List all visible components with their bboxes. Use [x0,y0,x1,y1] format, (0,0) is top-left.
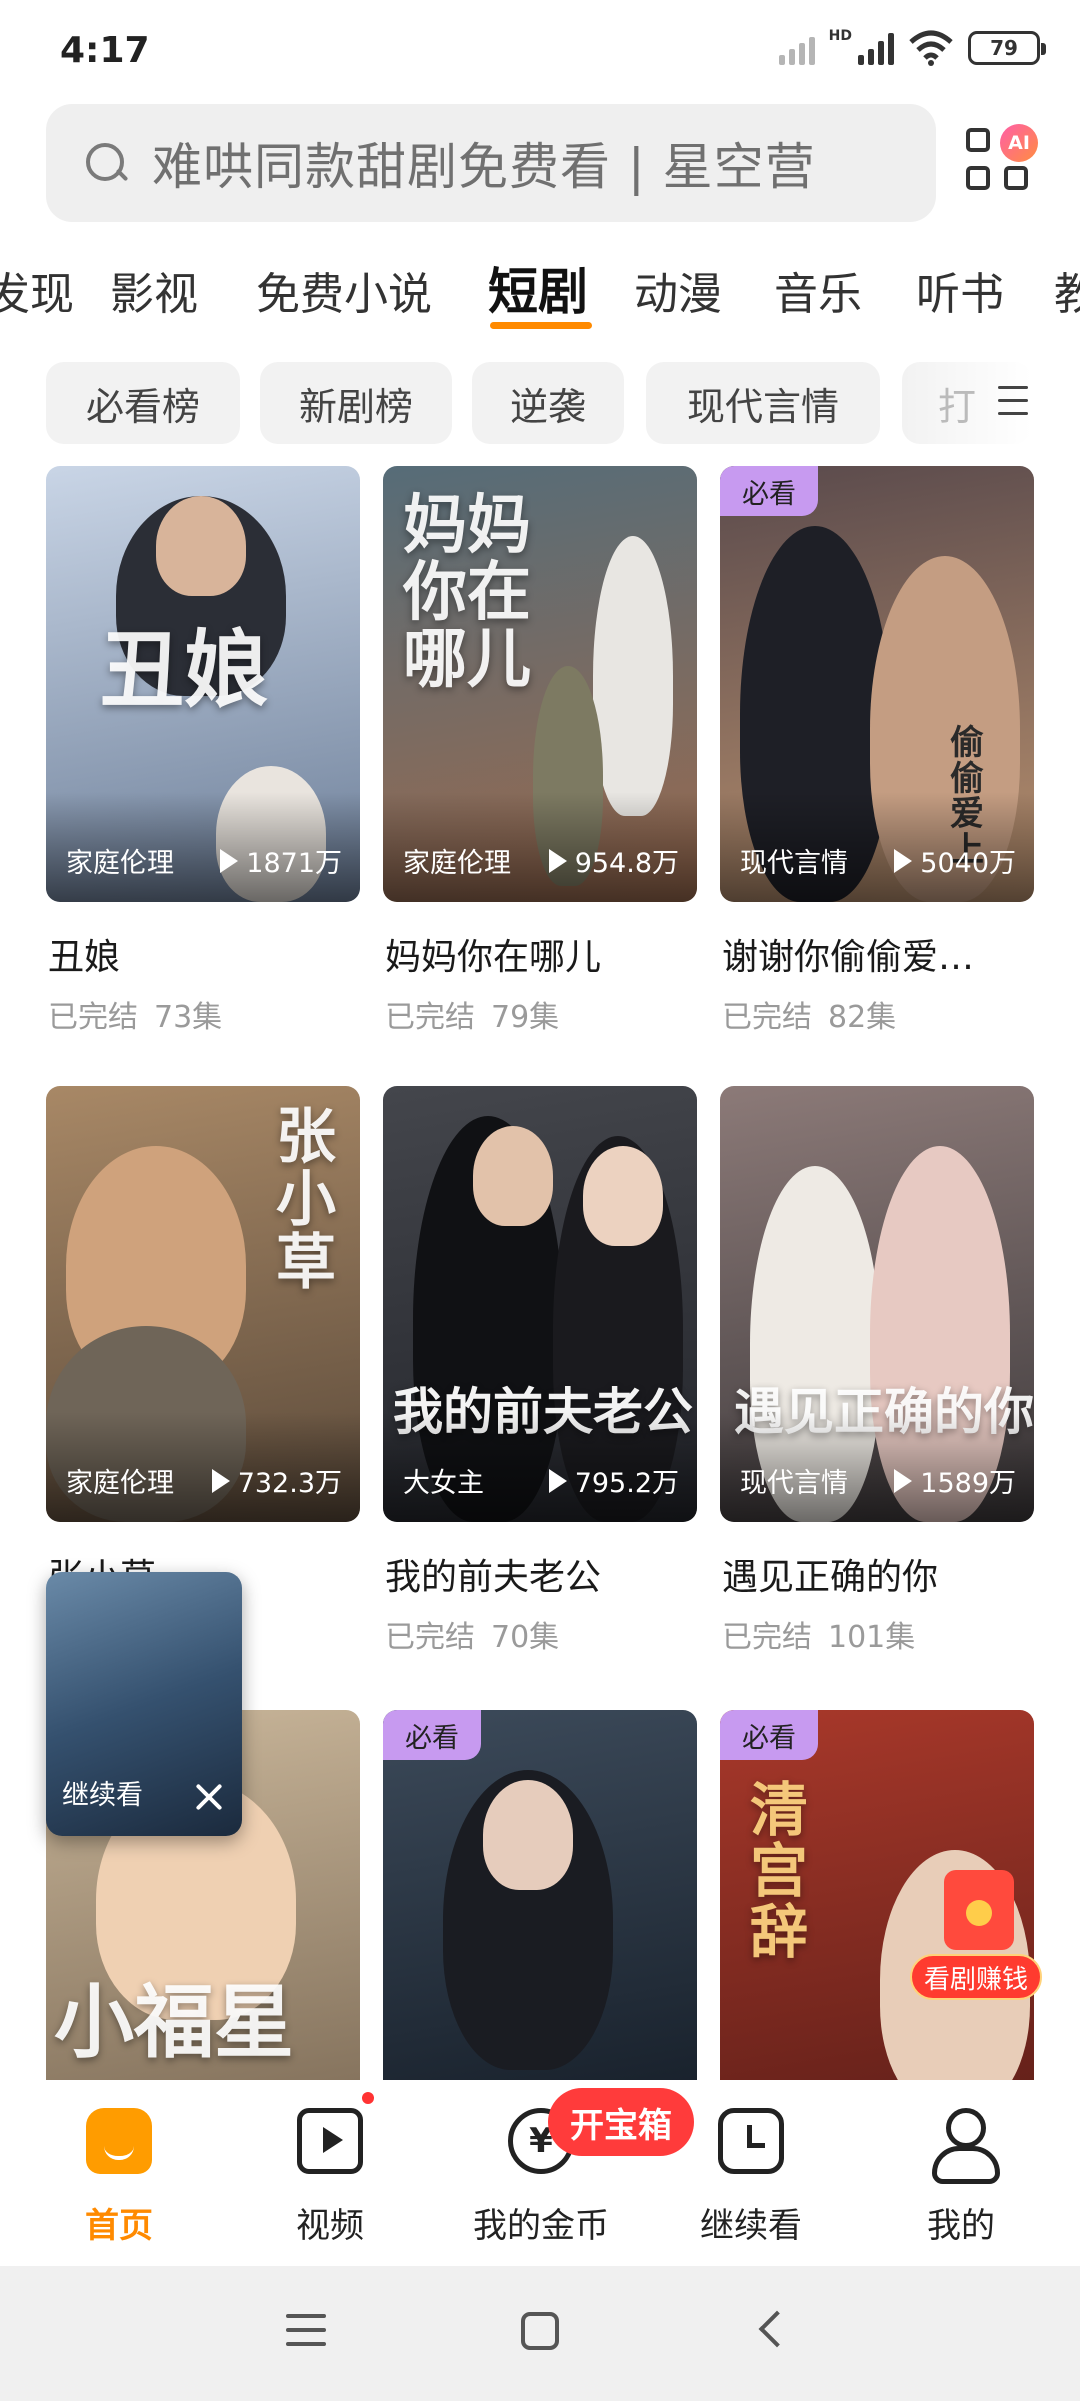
genre-label: 现代言情 [740,848,848,879]
tab-anime[interactable]: 动漫 [634,258,722,322]
play-icon [211,1468,230,1493]
watch-earn-badge[interactable]: 看剧赚钱 [910,1870,1042,2020]
system-nav-bar [0,2266,1080,2401]
drama-status: 已完结 101集 [722,1620,916,1655]
genre-label: 现代言情 [740,1468,848,1499]
home-icon [86,2108,152,2174]
drama-title: 遇见正确的你 [722,1557,939,1598]
tab-education[interactable]: 教 [1054,258,1080,322]
nav-coins-label: 我的金币 [473,2206,609,2246]
drama-status: 已完结 70集 [385,1620,560,1655]
chip-new-dramas[interactable]: 新剧榜 [260,362,452,444]
search-bar[interactable]: 难哄同款甜剧免费看 | 星空营 [46,104,936,222]
back-button[interactable] [758,2310,796,2348]
battery-icon: 79 [968,31,1046,65]
must-watch-badge: 必看 [720,466,818,516]
play-icon [894,1468,913,1493]
genre-label: 家庭伦理 [66,1468,174,1499]
drama-status: 已完结 73集 [48,1000,223,1035]
nav-home[interactable]: 首页 [14,2080,224,2265]
tab-short-drama[interactable]: 短剧 [488,252,588,324]
tab-audiobooks[interactable]: 听书 [916,258,1004,322]
play-icon [548,848,567,873]
play-icon [220,848,239,873]
nav-video[interactable]: 视频 [225,2080,435,2265]
play-count: 1871万 [246,848,342,879]
search-placeholder: 难哄同款甜剧免费看 | 星空营 [152,138,816,196]
system-icons: HD 79 [778,28,1046,66]
active-tab-indicator [490,322,592,329]
drama-title: 谢谢你偷偷爱… [722,937,975,978]
recent-apps-button[interactable] [286,2314,326,2356]
drama-poster: 遇见正确的你 现代言情1589万 [720,1086,1034,1522]
play-count: 5040万 [920,848,1016,879]
chip-modern-romance[interactable]: 现代言情 [646,362,880,444]
nav-profile[interactable]: 我的 [856,2080,1066,2265]
genre-label: 大女主 [403,1468,484,1499]
filter-chips: 必看榜 新剧榜 逆袭 现代言情 打 [0,362,1080,444]
nav-home-label: 首页 [85,2206,153,2246]
earn-label: 看剧赚钱 [910,1954,1042,2000]
profile-icon [928,2108,1000,2184]
drama-poster: 妈妈你在哪儿 家庭伦理 954.8万 [383,466,697,902]
poster-title-art: 小福星 [54,1975,294,2069]
drama-poster: 张小草 家庭伦理 732.3万 [46,1086,360,1522]
wifi-icon [909,30,953,66]
status-bar: 4:17 HD 79 [0,0,1080,100]
drama-title: 妈妈你在哪儿 [385,937,602,978]
drama-title: 我的前夫老公 [385,1557,602,1598]
must-watch-badge: 必看 [720,1710,818,1760]
poster-title-art: 丑娘 [100,620,269,719]
drama-poster: 偷偷爱上 必看 现代言情5040万 [720,466,1034,902]
drama-status: 已完结 79集 [385,1000,560,1035]
drama-status: 已完结 82集 [722,1000,897,1035]
bottom-nav: 首页 视频 ¥ 我的金币 继续看 我的 [0,2080,1080,2265]
tab-movies[interactable]: 影视 [110,258,198,322]
nav-video-label: 视频 [296,2206,364,2246]
nav-continue-label: 继续看 [700,2206,802,2246]
tab-free-novels[interactable]: 免费小说 [256,258,432,322]
category-tabs: 发现 影视 免费小说 短剧 动漫 音乐 听书 教 [0,252,1080,332]
signal-icon [858,31,894,65]
clock-icon [718,2108,784,2174]
drama-poster: 丑娘 家庭伦理 1871万 [46,466,360,902]
video-icon [297,2108,363,2174]
play-icon [548,1468,567,1493]
home-button[interactable] [521,2312,559,2350]
must-watch-badge: 必看 [383,1710,481,1760]
continue-label: 继续看 [62,1780,143,1811]
genre-label: 家庭伦理 [66,848,174,879]
play-count: 954.8万 [574,848,679,879]
network-type: HD [828,28,852,44]
play-count: 732.3万 [237,1468,342,1499]
signal-weak-icon [778,31,815,65]
poster-title-art: 妈妈你在哪儿 [403,488,531,698]
ai-badge[interactable]: AI [1000,124,1038,162]
filter-menu-icon[interactable] [998,386,1028,420]
tab-discover[interactable]: 发现 [0,258,74,322]
chip-must-watch[interactable]: 必看榜 [46,362,240,444]
chip-comeback[interactable]: 逆袭 [472,362,624,444]
poster-title-art: 清宫辞 [750,1776,809,1966]
nav-profile-label: 我的 [927,2206,995,2246]
close-icon[interactable] [194,1782,224,1812]
drama-poster: 我的前夫老公 大女主795.2万 [383,1086,697,1522]
status-time: 4:17 [60,30,150,71]
treasure-chest-badge[interactable]: 开宝箱 [548,2088,694,2156]
genre-label: 家庭伦理 [403,848,511,879]
tab-music[interactable]: 音乐 [774,258,862,322]
play-count: 795.2万 [574,1468,679,1499]
red-envelope-icon [944,1870,1014,1950]
continue-watching-widget[interactable]: 继续看 [46,1572,242,1836]
poster-title-art: 张小草 [276,1102,336,1298]
notification-dot [362,2092,374,2104]
play-count: 1589万 [920,1468,1016,1499]
drama-title: 丑娘 [48,937,121,978]
search-icon [82,139,130,187]
play-icon [894,848,913,873]
